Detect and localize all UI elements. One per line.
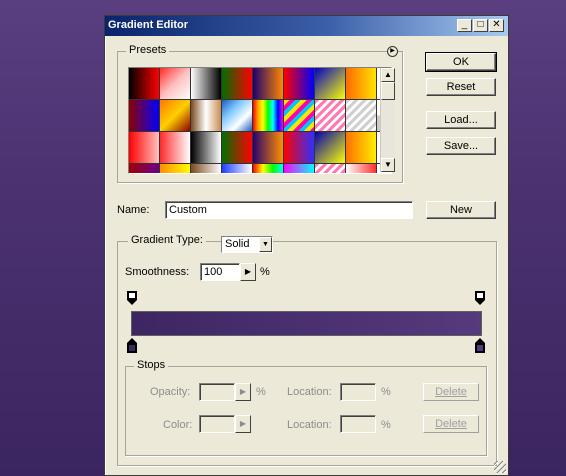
preset-swatch[interactable] <box>222 100 252 131</box>
scroll-thumb[interactable] <box>381 82 395 100</box>
opacity-delete-button[interactable]: Delete <box>423 383 479 401</box>
smoothness-unit: % <box>260 266 270 278</box>
preset-swatch[interactable] <box>253 132 283 163</box>
color-location-label: Location: <box>287 419 332 431</box>
presets-scrollbar[interactable]: ▲ ▼ <box>380 68 395 172</box>
minimize-button[interactable]: _ <box>457 19 472 32</box>
name-field[interactable]: Custom <box>165 201 413 219</box>
close-button[interactable]: ✕ <box>489 19 504 32</box>
opacity-arrow-icon[interactable]: ▶ <box>235 383 251 401</box>
preset-swatch[interactable] <box>346 68 376 99</box>
preset-swatch[interactable] <box>284 132 314 163</box>
maximize-button[interactable]: □ <box>473 19 488 32</box>
preset-swatch[interactable] <box>222 68 252 99</box>
color-delete-button[interactable]: Delete <box>423 415 479 433</box>
presets-legend: Presets <box>126 44 170 56</box>
smoothness-label: Smoothness: <box>125 266 190 278</box>
preset-swatch[interactable] <box>315 100 345 131</box>
preset-swatch[interactable] <box>191 164 221 173</box>
title-bar[interactable]: Gradient Editor _ □ ✕ <box>105 16 508 36</box>
opacity-unit: % <box>256 386 266 398</box>
preset-swatch[interactable] <box>315 68 345 99</box>
gradient-type-value: Solid <box>225 238 250 250</box>
color-arrow-icon[interactable]: ▶ <box>235 415 251 433</box>
smoothness-field[interactable]: 100 <box>200 263 240 281</box>
load-button[interactable]: Load... <box>426 111 496 129</box>
opacity-stop-right-icon[interactable] <box>475 291 485 305</box>
scroll-down-icon[interactable]: ▼ <box>381 158 395 172</box>
opacity-stop-left-icon[interactable] <box>127 291 137 305</box>
save-button[interactable]: Save... <box>426 137 496 155</box>
presets-menu-icon[interactable]: ▶ <box>387 46 398 57</box>
color-label: Color: <box>163 419 193 431</box>
window-title: Gradient Editor <box>108 19 189 31</box>
preset-swatch[interactable] <box>191 132 221 163</box>
color-stop-right-icon[interactable] <box>475 338 485 353</box>
preset-swatch[interactable] <box>315 132 345 163</box>
scroll-up-icon[interactable]: ▲ <box>381 68 395 82</box>
opacity-location-unit: % <box>381 386 391 398</box>
gradient-preview-bar[interactable] <box>131 311 482 336</box>
preset-swatch[interactable] <box>346 132 376 163</box>
preset-swatch[interactable] <box>222 132 252 163</box>
preset-swatch[interactable] <box>160 132 190 163</box>
gradient-editor-dialog: Gradient Editor _ □ ✕ Presets ▶ ▲ ▼ OK R… <box>104 15 509 476</box>
stops-group: Stops <box>125 359 487 456</box>
opacity-label: Opacity: <box>150 386 191 398</box>
preset-swatch[interactable] <box>222 164 252 173</box>
gradient-type-select[interactable]: Solid ▼ <box>221 236 273 253</box>
preset-swatch[interactable] <box>315 164 345 173</box>
opacity-field[interactable] <box>199 383 235 401</box>
preset-swatch[interactable] <box>253 164 283 173</box>
preset-swatch[interactable] <box>253 100 283 131</box>
preset-swatch[interactable] <box>284 68 314 99</box>
preset-swatch[interactable] <box>191 68 221 99</box>
smoothness-arrow-icon[interactable]: ▶ <box>240 263 256 281</box>
preset-swatch[interactable] <box>160 164 190 173</box>
preset-swatch[interactable] <box>129 164 159 173</box>
preset-swatch[interactable] <box>160 68 190 99</box>
preset-swatch[interactable] <box>346 100 376 131</box>
preset-swatch[interactable] <box>160 100 190 131</box>
color-location-unit: % <box>381 419 391 431</box>
preset-swatch[interactable] <box>284 100 314 131</box>
presets-swatch-grid <box>128 67 392 174</box>
ok-button[interactable]: OK <box>425 52 497 72</box>
name-label: Name: <box>117 204 150 216</box>
preset-swatch[interactable] <box>284 164 314 173</box>
resize-grip-icon[interactable] <box>494 461 506 473</box>
color-swatch-field[interactable] <box>199 415 235 433</box>
new-button[interactable]: New <box>426 201 496 219</box>
preset-swatch[interactable] <box>129 68 159 99</box>
preset-swatch[interactable] <box>129 132 159 163</box>
preset-swatch[interactable] <box>346 164 376 173</box>
preset-swatch[interactable] <box>253 68 283 99</box>
opacity-location-label: Location: <box>287 386 332 398</box>
color-location-field[interactable] <box>340 415 376 433</box>
presets-group: Presets ▶ ▲ ▼ <box>117 44 403 183</box>
reset-button[interactable]: Reset <box>426 78 496 96</box>
preset-swatch[interactable] <box>129 100 159 131</box>
chevron-down-icon[interactable]: ▼ <box>259 237 272 252</box>
gradient-type-label: Gradient Type: <box>128 234 206 246</box>
preset-swatch[interactable] <box>191 100 221 131</box>
stops-legend: Stops <box>134 359 169 371</box>
opacity-location-field[interactable] <box>340 383 376 401</box>
color-stop-left-icon[interactable] <box>127 338 137 353</box>
